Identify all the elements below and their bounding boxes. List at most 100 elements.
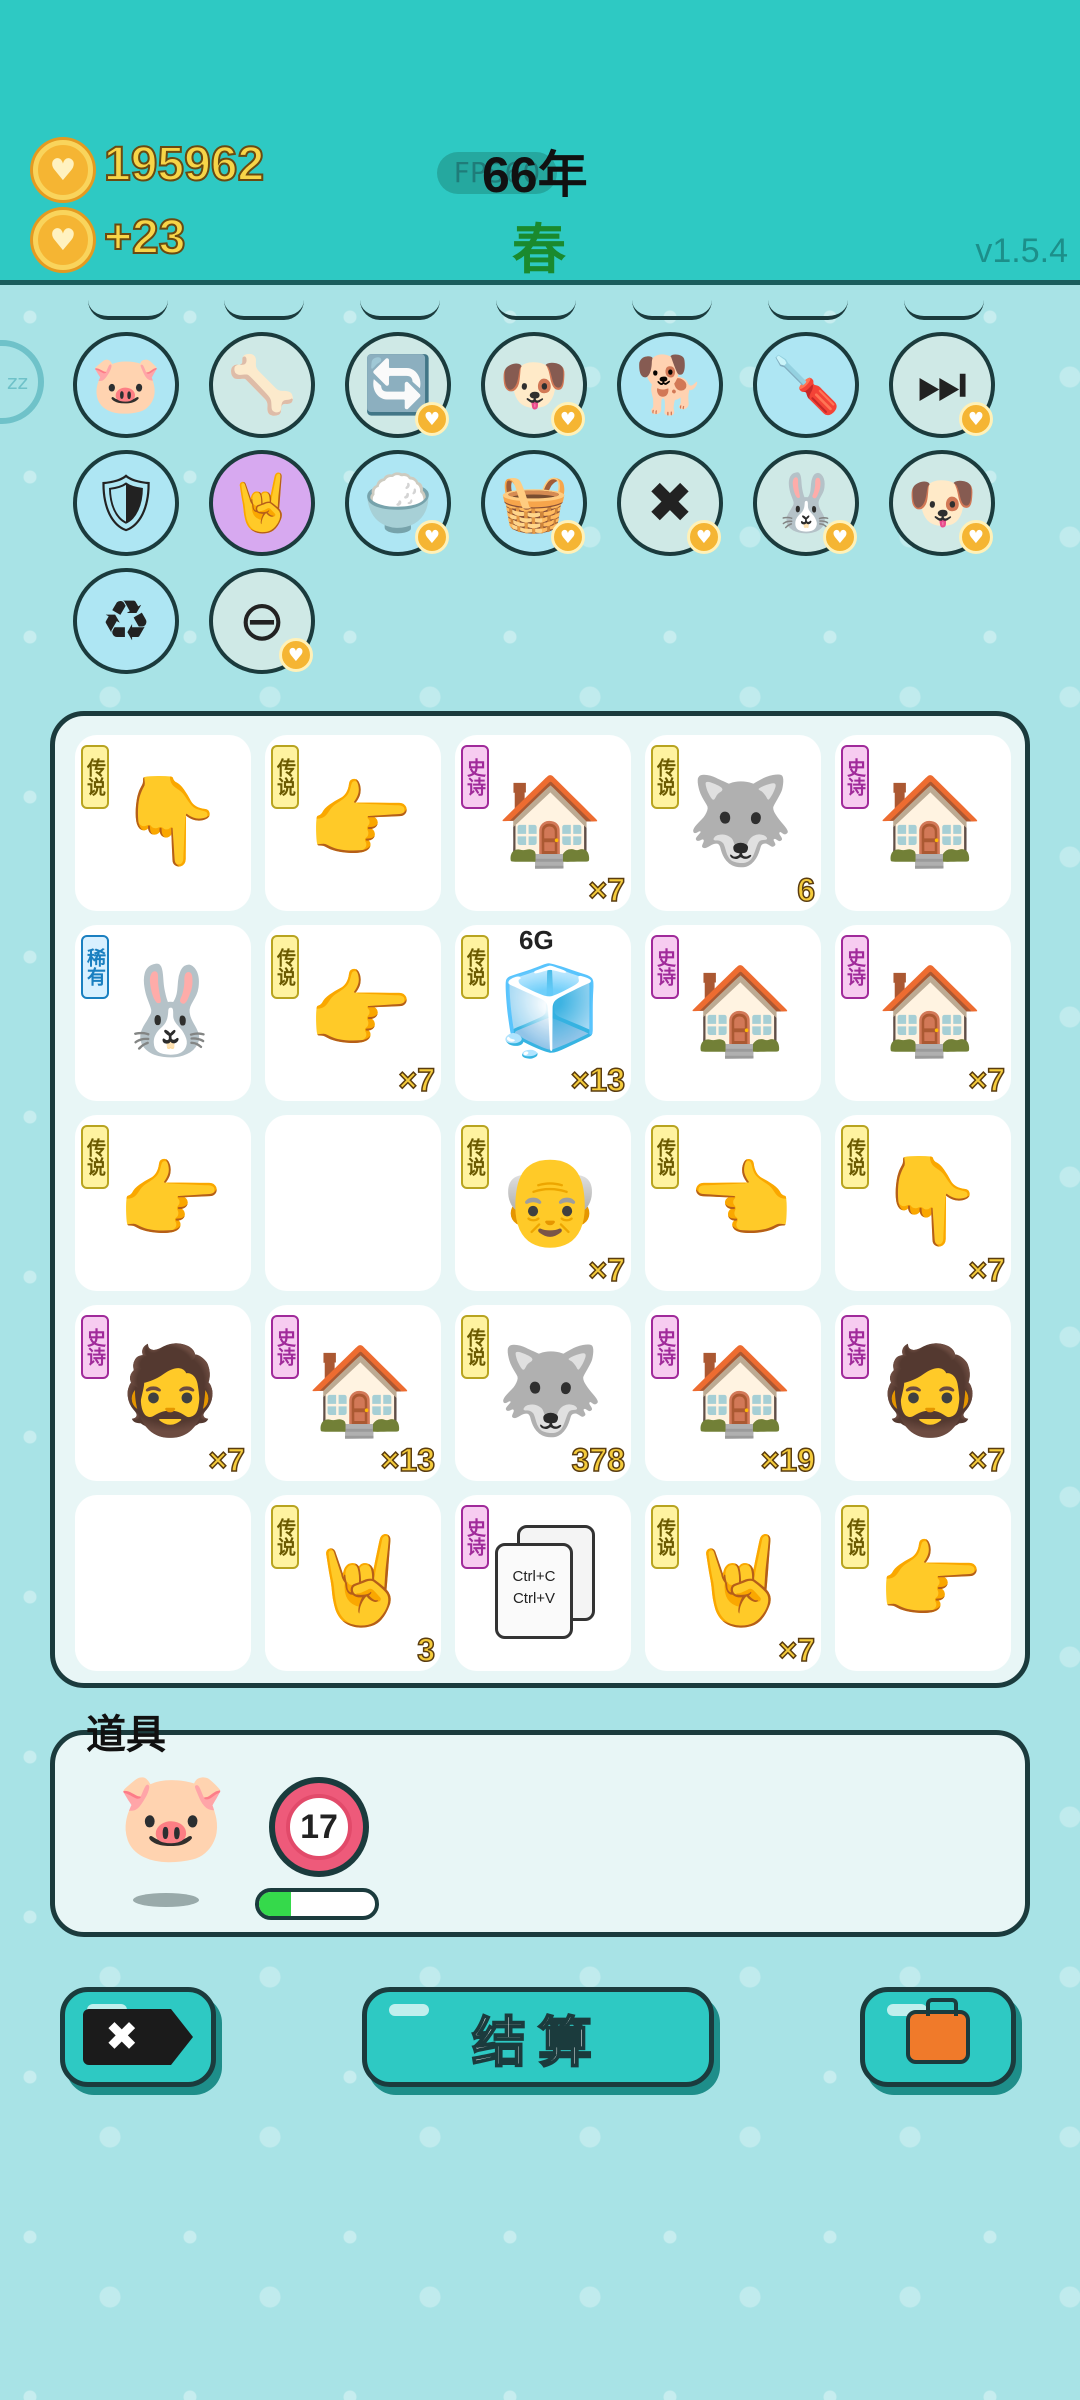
board-cell[interactable] — [75, 1495, 251, 1671]
piggy-bank-icon[interactable]: 🐷 — [117, 1765, 227, 1869]
heart-badge-icon: ♥ — [415, 520, 449, 554]
board-cell[interactable]: 史诗 🏠 ×7 — [455, 735, 631, 911]
skip-upgrade[interactable]: ⏭ ♥ — [889, 332, 995, 438]
board-cell[interactable]: 史诗 Ctrl+C Ctrl+V — [455, 1495, 631, 1671]
inventory-button[interactable] — [860, 1987, 1016, 2087]
husky-king-icon: 🐺 — [686, 770, 794, 871]
fridge-icon: 🧊 — [496, 960, 604, 1061]
rabbit-upgrade[interactable]: 🐰 ♥ — [753, 450, 859, 556]
piggy-bank-upgrade[interactable]: 🐷 — [73, 332, 179, 438]
scroll-edge — [88, 300, 168, 320]
heart-badge-icon: ♥ — [415, 402, 449, 436]
rabbit-icon: 🐰 — [116, 960, 224, 1061]
board-cell[interactable]: 传说 👇 — [75, 735, 251, 911]
money-total: 195962 — [103, 137, 265, 192]
coin-icon — [33, 210, 93, 270]
item-count: ×7 — [968, 1441, 1006, 1479]
board-cell[interactable]: 传说 🐺 378 — [455, 1305, 631, 1481]
shield-wrench-upgrade[interactable]: 🛡 — [73, 450, 179, 556]
briefcase-icon — [906, 1998, 970, 2064]
copy-paste-card-icon: Ctrl+C Ctrl+V — [495, 1525, 595, 1643]
item-count: ×7 — [398, 1061, 436, 1099]
board-cell[interactable]: 史诗 🧔 ×7 — [75, 1305, 251, 1481]
item-count: ×7 — [588, 1251, 626, 1289]
board-cell[interactable]: 稀有 🐰 — [75, 925, 251, 1101]
board-cell[interactable]: 史诗 🏠 — [645, 925, 821, 1101]
rock-hand-upgrade[interactable]: 🤘 — [209, 450, 315, 556]
minus-circle-upgrade[interactable]: ⊖ ♥ — [209, 568, 315, 674]
items-panel: 🐷 17 — [50, 1730, 1030, 1937]
rabbit-house-icon: 🏠 — [306, 1340, 414, 1441]
board-cell[interactable]: 传说 👉 — [835, 1495, 1011, 1671]
rabbit-house-icon: 🏠 — [686, 1340, 794, 1441]
board-cell[interactable]: 传说 👈 — [645, 1115, 821, 1291]
board-cell[interactable]: 传说 🧊 6G ×13 — [455, 925, 631, 1101]
minus-circle-icon: ⊖ — [238, 588, 286, 654]
board-cell[interactable]: 传说 👉 — [75, 1115, 251, 1291]
board-cell[interactable]: 传说 🤘 3 — [265, 1495, 441, 1671]
board-cell[interactable]: 史诗 🏠 ×7 — [835, 925, 1011, 1101]
air-pump-upgrade[interactable]: 🪛 — [753, 332, 859, 438]
settle-button[interactable]: 结算 — [362, 1987, 714, 2087]
board-cell[interactable]: 史诗 🏠 ×19 — [645, 1305, 821, 1481]
scroll-edge — [632, 300, 712, 320]
board-cell[interactable]: 传说 👇 ×7 — [835, 1115, 1011, 1291]
heart-badge-icon: ♥ — [551, 402, 585, 436]
heart-badge-icon: ♥ — [959, 402, 993, 436]
heart-badge-icon: ♥ — [279, 638, 313, 672]
card-front: Ctrl+C Ctrl+V — [495, 1543, 573, 1639]
recycle-bag-upgrade[interactable]: ♻ — [73, 568, 179, 674]
shield-wrench-icon: 🛡 — [90, 471, 162, 536]
pet-food-bowl-upgrade[interactable]: 🦴 — [209, 332, 315, 438]
ctrl-v-label: Ctrl+V — [512, 1590, 556, 1607]
heart-badge-icon: ♥ — [959, 520, 993, 554]
year-label: 66年 — [482, 147, 588, 203]
board-cell[interactable]: 传说 🐺 6 — [645, 735, 821, 911]
board-cell[interactable]: 传说 👉 ×7 — [265, 925, 441, 1101]
rabbit-house-icon: 🏠 — [876, 960, 984, 1061]
board-cell[interactable]: 传说 👴 ×7 — [455, 1115, 631, 1291]
cool-dog-upgrade[interactable]: 🐕 — [617, 332, 723, 438]
scroll-edge — [904, 300, 984, 320]
scroll-edge — [360, 300, 440, 320]
refresh-arrows-upgrade[interactable]: 🔄 ♥ — [345, 332, 451, 438]
rice-bowl-upgrade[interactable]: 🍚 ♥ — [345, 450, 451, 556]
twin-dogs-upgrade[interactable]: 🐶 ♥ — [481, 332, 587, 438]
progress-fill — [259, 1892, 292, 1916]
fruit-basket-upgrade[interactable]: 🧺 ♥ — [481, 450, 587, 556]
rarity-tag: 史诗 — [461, 1505, 489, 1569]
remove-tag-icon: ✖ — [646, 470, 694, 536]
item-count: ×7 — [208, 1441, 246, 1479]
skip-icon: ⏭ — [916, 352, 968, 417]
recycle-bag-icon: ♻ — [100, 588, 152, 654]
board-cell[interactable]: 传说 👉 — [265, 735, 441, 911]
item-count: 378 — [571, 1441, 626, 1479]
income-per-turn: +23 — [103, 210, 186, 265]
bearded-man-icon: 🧔 — [116, 1340, 224, 1441]
dartboard-counter[interactable]: 17 — [269, 1777, 369, 1877]
board-cell[interactable]: 史诗 🏠 — [835, 735, 1011, 911]
item-count: ×13 — [380, 1441, 436, 1479]
pointing-hand-icon: 👉 — [306, 770, 414, 871]
rock-hand-icon: 🤘 — [227, 471, 297, 536]
remove-tag-icon: ✖ — [83, 2009, 193, 2065]
remove-button[interactable]: ✖ — [60, 1987, 216, 2087]
item-count: ×19 — [760, 1441, 816, 1479]
cool-dog-icon: 🐕 — [635, 353, 705, 418]
board-cell[interactable]: 史诗 🏠 ×13 — [265, 1305, 441, 1481]
board-cell[interactable]: 传说 🤘 ×7 — [645, 1495, 821, 1671]
pointing-hand-icon: 👉 — [306, 960, 414, 1061]
rabbit-house-icon: 🏠 — [496, 770, 604, 871]
board-cell[interactable] — [265, 1115, 441, 1291]
heart-badge-icon: ♥ — [823, 520, 857, 554]
items-title: 道具 — [86, 1713, 166, 1757]
remove-tag-upgrade[interactable]: ✖ ♥ — [617, 450, 723, 556]
grandpa-face-icon: 👴 — [496, 1150, 604, 1251]
pointing-hand-icon: 👇 — [876, 1150, 984, 1251]
heart-badge-icon: ♥ — [551, 520, 585, 554]
twin-dogs-upgrade[interactable]: 🐶 ♥ — [889, 450, 995, 556]
board-cell[interactable]: 史诗 🧔 ×7 — [835, 1305, 1011, 1481]
item-count: 3 — [416, 1631, 435, 1669]
item-count: 6 — [796, 871, 815, 909]
version-label: v1.5.4 — [975, 232, 1068, 270]
